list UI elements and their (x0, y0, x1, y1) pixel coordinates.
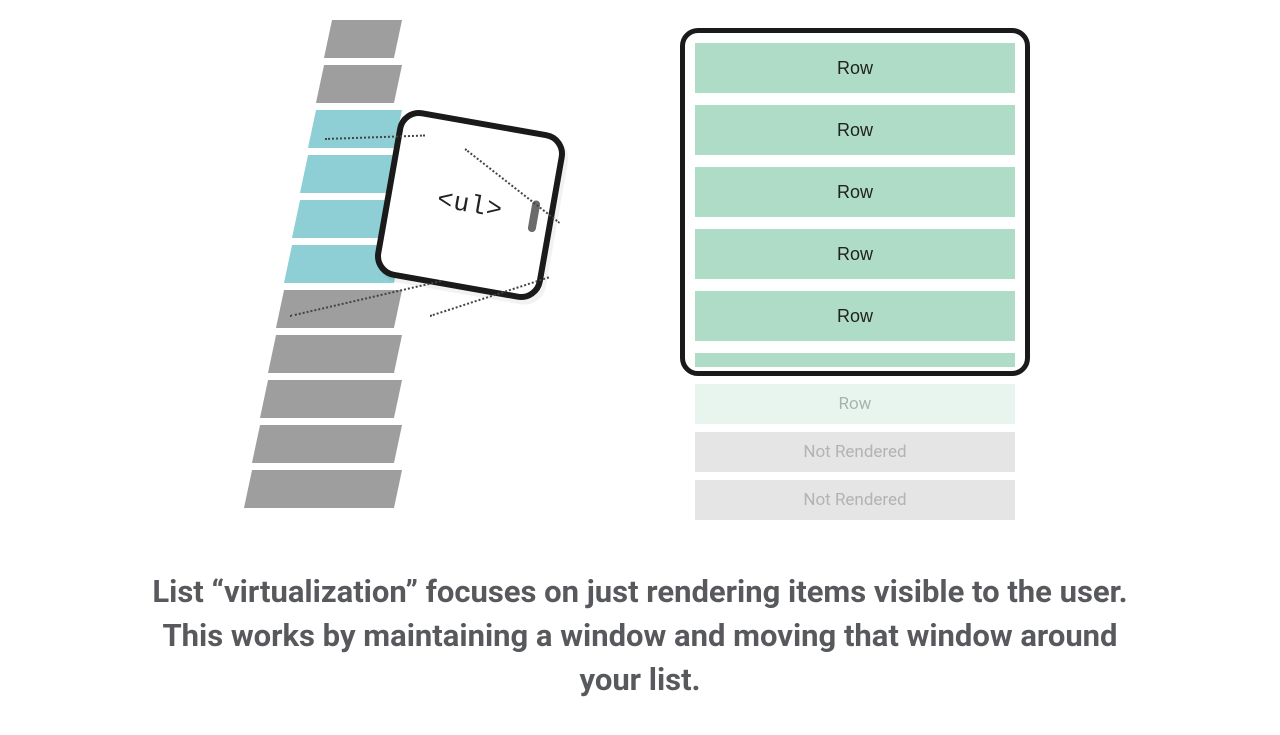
row-label: Row (837, 182, 873, 203)
row-label: Row (837, 306, 873, 327)
rendered-row-cutoff (695, 353, 1015, 367)
list-bar-visible (308, 110, 402, 148)
list-bar (268, 335, 402, 373)
not-rendered-row: Not Rendered (695, 432, 1015, 472)
not-rendered-row: Not Rendered (695, 480, 1015, 520)
list-bar (324, 20, 402, 58)
row-label: Row (837, 120, 873, 141)
list-bar (244, 470, 402, 508)
slanted-list-bars (250, 20, 398, 515)
rendered-row: Row (695, 229, 1015, 279)
row-label: Not Rendered (803, 490, 906, 510)
rendered-row: Row (695, 291, 1015, 341)
row-label: Not Rendered (803, 442, 906, 462)
row-label: Row (839, 394, 872, 414)
rendered-row: Row (695, 167, 1015, 217)
viewport-rows-illustration: Row Row Row Row Row Row Not Rendered Not… (680, 28, 1030, 520)
rendered-row: Row (695, 43, 1015, 93)
buffered-row: Row (695, 384, 1015, 424)
ul-tag-label: <ul> (435, 184, 506, 225)
slanted-list-illustration: <ul> (160, 30, 620, 550)
row-label: Row (837, 244, 873, 265)
list-bar (252, 425, 402, 463)
list-bar (316, 65, 402, 103)
viewport-frame: Row Row Row Row Row (680, 28, 1030, 376)
list-bar (276, 290, 402, 328)
diagram-caption: List “virtualization” focuses on just re… (135, 570, 1145, 702)
list-bar (260, 380, 402, 418)
rendered-row: Row (695, 105, 1015, 155)
outside-viewport: Row Not Rendered Not Rendered (680, 384, 1030, 520)
row-label: Row (837, 58, 873, 79)
